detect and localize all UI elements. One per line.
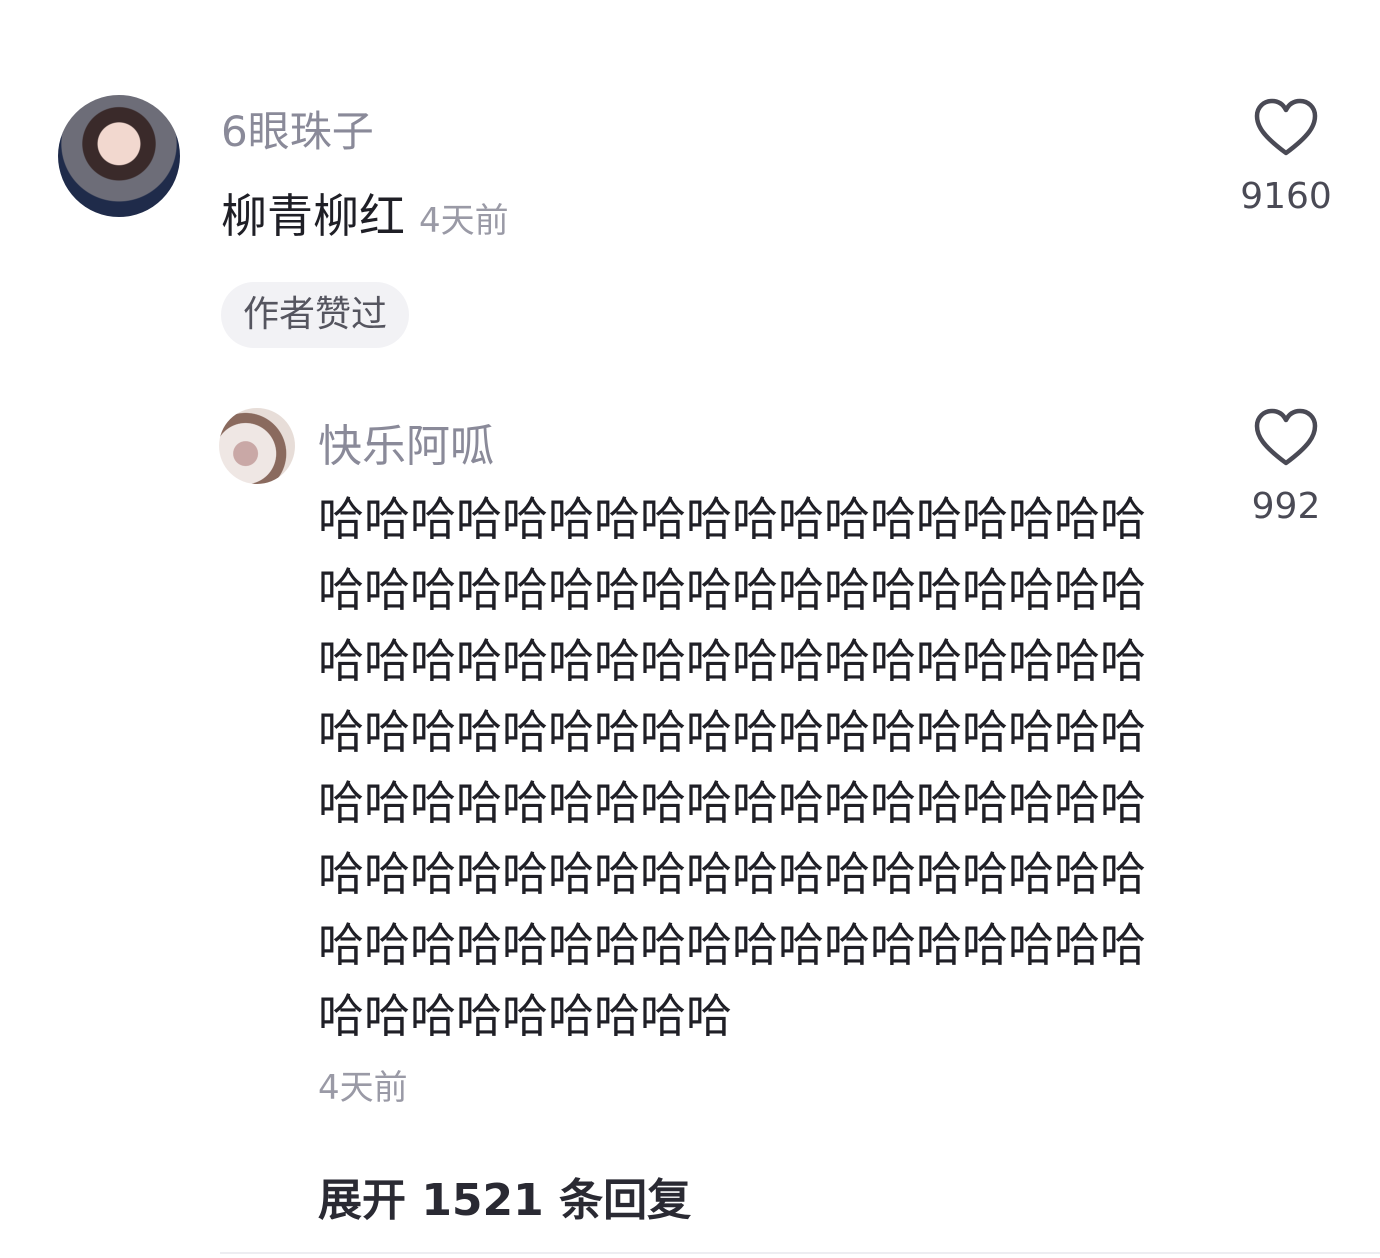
- comment-body: 柳青柳红 4天前: [221, 180, 509, 246]
- divider: [220, 1252, 1380, 1254]
- comment-like-count: 9160: [1240, 176, 1332, 217]
- comment-username[interactable]: 6眼珠子: [221, 98, 374, 159]
- reply-body: 哈哈哈哈哈哈哈哈哈哈哈哈哈哈哈哈哈哈哈哈哈哈哈哈哈哈哈哈哈哈哈哈哈哈哈哈哈哈哈哈…: [318, 492, 1146, 1043]
- comment-text: 柳青柳红: [221, 189, 405, 243]
- comment-like-button[interactable]: 9160: [1231, 98, 1341, 217]
- reply-username[interactable]: 快乐阿呱: [318, 410, 494, 474]
- reply-avatar[interactable]: [219, 408, 295, 484]
- reply-like-count: 992: [1251, 486, 1321, 527]
- avatar[interactable]: [58, 95, 180, 217]
- reply-like-button[interactable]: 992: [1231, 408, 1341, 527]
- heart-outline-icon[interactable]: [1253, 408, 1319, 468]
- reply-timestamp: 4天前: [318, 1068, 408, 1108]
- expand-replies-button[interactable]: 展开 1521 条回复: [318, 1164, 691, 1228]
- heart-outline-icon[interactable]: [1253, 98, 1319, 158]
- comment-timestamp: 4天前: [419, 201, 509, 241]
- author-liked-badge: 作者赞过: [221, 282, 410, 348]
- comment-thread: 6眼珠子 柳青柳红 4天前 作者赞过 9160 快乐阿呱 992 哈哈哈哈哈哈哈哈…: [0, 0, 1380, 1258]
